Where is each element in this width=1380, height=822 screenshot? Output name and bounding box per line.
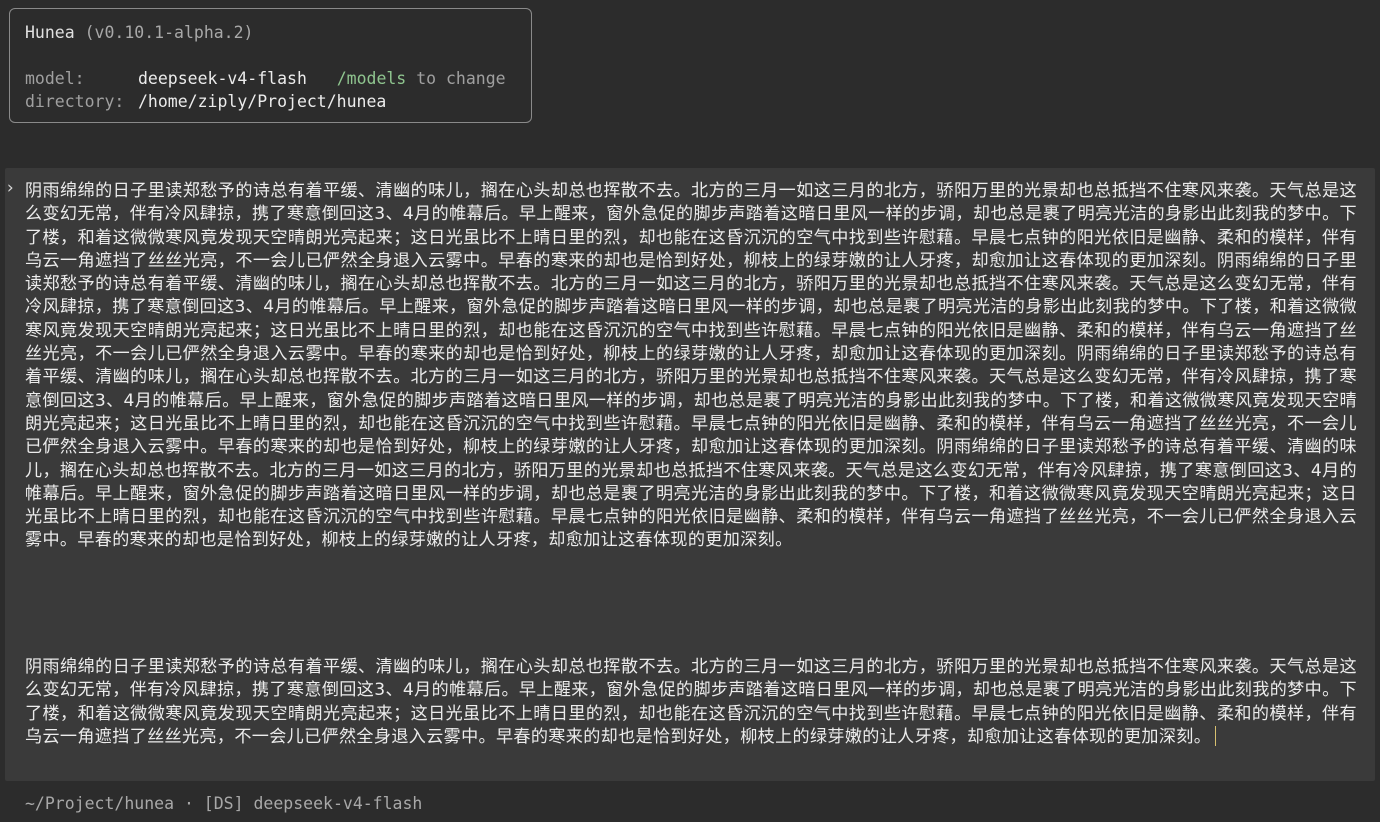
model-label: model: xyxy=(25,69,85,88)
app-title: Hunea (v0.10.1-alpha.2) xyxy=(25,21,515,44)
model-value: deepseek-v4-flash xyxy=(138,69,307,88)
prompt-input-area[interactable]: › 阴雨绵绵的日子里读郑愁予的诗总有着平缓、清幽的味儿，搁在心头却总也挥散不去。… xyxy=(5,168,1375,781)
directory-label: directory: xyxy=(25,92,125,111)
models-command: /models xyxy=(336,69,407,88)
input-paragraph-2: 阴雨绵绵的日子里读郑愁予的诗总有着平缓、清幽的味儿，搁在心头却总也挥散不去。北方… xyxy=(25,656,1357,749)
app-version: (v0.10.1-alpha.2) xyxy=(84,23,254,42)
status-bar: ~/Project/hunea · [DS] deepseek-v4-flash xyxy=(25,794,423,813)
prompt-chevron-icon: › xyxy=(5,178,16,198)
text-cursor xyxy=(1215,725,1217,746)
directory-value: /home/ziply/Project/hunea xyxy=(138,92,387,111)
session-info-box: Hunea (v0.10.1-alpha.2) model: deepseek-v… xyxy=(9,8,532,123)
directory-row: directory: /home/ziply/Project/hunea xyxy=(25,90,515,113)
model-row: model: deepseek-v4-flash /models to chang… xyxy=(25,67,515,90)
input-paragraph-2-text: 阴雨绵绵的日子里读郑愁予的诗总有着平缓、清幽的味儿，搁在心头却总也挥散不去。北方… xyxy=(25,657,1357,747)
app-name: Hunea xyxy=(25,23,75,42)
model-hint: to change xyxy=(416,69,506,88)
input-paragraph-1: 阴雨绵绵的日子里读郑愁予的诗总有着平缓、清幽的味儿，搁在心头却总也挥散不去。北方… xyxy=(25,181,1357,551)
